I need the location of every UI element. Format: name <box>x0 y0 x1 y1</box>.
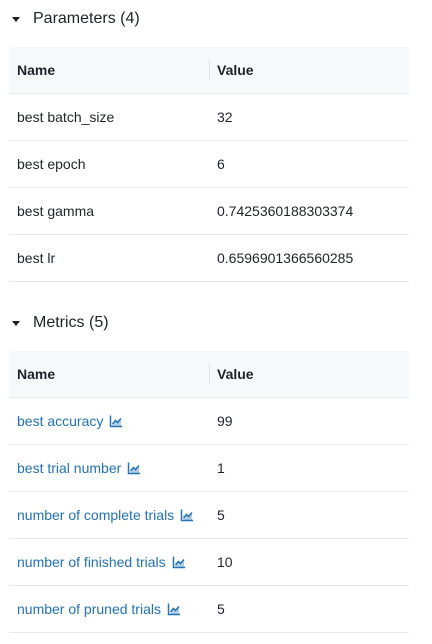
metric-value: 5 <box>209 491 409 539</box>
column-header-value[interactable]: Value <box>209 47 409 94</box>
table-row: best epoch 6 <box>9 140 409 188</box>
metric-name-cell: number of finished trials <box>9 538 209 586</box>
metric-link-best-accuracy[interactable]: best accuracy <box>17 413 123 429</box>
metric-name-cell: best accuracy <box>9 397 209 445</box>
parameters-section: Parameters (4) <box>0 0 432 38</box>
metric-name-cell: number of pruned trials <box>9 585 209 633</box>
parameters-table: Name Value best batch_size 32 best epoch… <box>9 47 409 282</box>
metric-value: 5 <box>209 585 409 633</box>
table-header-row: Name Value <box>9 351 409 398</box>
metric-name-cell: number of complete trials <box>9 491 209 539</box>
param-value: 0.6596901366560285 <box>209 234 409 282</box>
metric-link-number-of-complete-trials[interactable]: number of complete trials <box>17 507 194 523</box>
column-header-name[interactable]: Name <box>9 351 209 398</box>
metric-link-number-of-pruned-trials[interactable]: number of pruned trials <box>17 601 181 617</box>
table-row: best accuracy 99 <box>9 397 409 445</box>
line-chart-icon[interactable] <box>109 414 123 428</box>
caret-down-icon <box>8 315 24 331</box>
metric-name-cell: best trial number <box>9 444 209 492</box>
metric-name: best trial number <box>17 459 122 476</box>
parameters-title: Parameters (4) <box>33 10 140 27</box>
param-name: best batch_size <box>9 93 209 141</box>
parameters-section-toggle[interactable]: Parameters (4) <box>0 0 432 38</box>
param-name: best epoch <box>9 140 209 188</box>
metric-link-best-trial-number[interactable]: best trial number <box>17 460 141 476</box>
table-row: best batch_size 32 <box>9 93 409 141</box>
column-header-value[interactable]: Value <box>209 351 409 398</box>
metrics-title: Metrics (5) <box>33 314 109 331</box>
metric-name: number of finished trials <box>17 553 166 570</box>
table-row: best gamma 0.7425360188303374 <box>9 187 409 235</box>
param-name: best gamma <box>9 187 209 235</box>
metrics-table: Name Value best accuracy 99 best trial n… <box>9 351 409 633</box>
metric-name: number of pruned trials <box>17 600 161 617</box>
line-chart-icon[interactable] <box>167 602 181 616</box>
caret-down-icon <box>8 11 24 27</box>
param-value: 32 <box>209 93 409 141</box>
metric-link-number-of-finished-trials[interactable]: number of finished trials <box>17 554 186 570</box>
table-row: number of finished trials 10 <box>9 538 409 586</box>
table-row: best lr 0.6596901366560285 <box>9 234 409 282</box>
param-name: best lr <box>9 234 209 282</box>
table-row: number of pruned trials 5 <box>9 585 409 633</box>
line-chart-icon[interactable] <box>127 461 141 475</box>
metric-name: best accuracy <box>17 412 104 429</box>
metrics-section-toggle[interactable]: Metrics (5) <box>0 304 432 342</box>
param-value: 6 <box>209 140 409 188</box>
metrics-section: Metrics (5) <box>0 304 432 342</box>
line-chart-icon[interactable] <box>180 508 194 522</box>
table-row: best trial number 1 <box>9 444 409 492</box>
table-header-row: Name Value <box>9 47 409 94</box>
column-header-name[interactable]: Name <box>9 47 209 94</box>
metric-value: 10 <box>209 538 409 586</box>
line-chart-icon[interactable] <box>172 555 186 569</box>
param-value: 0.7425360188303374 <box>209 187 409 235</box>
metric-value: 99 <box>209 397 409 445</box>
metric-value: 1 <box>209 444 409 492</box>
metric-name: number of complete trials <box>17 506 175 523</box>
table-row: number of complete trials 5 <box>9 491 409 539</box>
